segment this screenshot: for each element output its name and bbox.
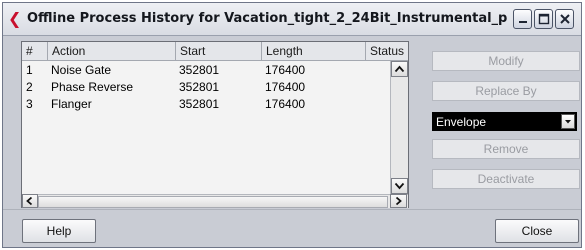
minimize-button[interactable]	[513, 9, 532, 29]
dropdown-arrow-icon	[565, 120, 571, 124]
close-window-button[interactable]	[555, 9, 574, 29]
scroll-up-arrow-icon	[394, 65, 405, 73]
column-header-start[interactable]: Start	[175, 42, 261, 61]
vertical-scrollbar[interactable]	[390, 61, 408, 195]
row-status	[365, 96, 390, 113]
row-index: 1	[26, 63, 33, 77]
table-row[interactable]: 3 Flanger 352801 176400	[22, 96, 390, 113]
table-row[interactable]: 1 Noise Gate 352801 176400	[22, 62, 390, 79]
close-button[interactable]: Close	[495, 219, 579, 243]
scroll-down-arrow-icon	[394, 182, 405, 190]
process-history-list[interactable]: # Action Start Length Status 1 Noise Gat…	[21, 41, 409, 208]
modify-button[interactable]: Modify	[432, 51, 580, 71]
title-bar[interactable]: ❮ Offline Process History for Vacation_t…	[3, 3, 581, 36]
table-row[interactable]: 2 Phase Reverse 352801 176400	[22, 79, 390, 96]
row-index: 3	[26, 97, 33, 111]
row-action: Flanger	[51, 97, 92, 111]
window-title: Offline Process History for Vacation_tig…	[27, 11, 507, 26]
row-start: 352801	[179, 97, 220, 111]
scroll-right-button[interactable]	[390, 194, 407, 208]
column-header-status[interactable]: Status	[365, 42, 408, 61]
row-start: 352801	[179, 63, 220, 77]
close-icon	[560, 14, 570, 24]
scroll-left-arrow-icon	[26, 196, 33, 206]
scroll-down-button[interactable]	[391, 178, 408, 194]
replace-by-button[interactable]: Replace By	[432, 81, 580, 101]
dialog-content: # Action Start Length Status 1 Noise Gat…	[3, 37, 581, 247]
offline-process-history-window: ❮ Offline Process History for Vacation_t…	[2, 2, 582, 248]
deactivate-button[interactable]: Deactivate	[432, 169, 580, 189]
row-index: 2	[26, 80, 33, 94]
scroll-left-button[interactable]	[22, 194, 38, 208]
horizontal-scrollbar[interactable]	[22, 194, 408, 208]
help-button[interactable]: Help	[22, 219, 96, 243]
cubase-logo-icon: ❮	[8, 9, 22, 28]
column-header-index[interactable]: #	[22, 42, 47, 61]
replace-by-select[interactable]: Envelope	[432, 112, 577, 131]
row-status	[365, 62, 390, 79]
scroll-up-button[interactable]	[391, 61, 408, 77]
row-length: 176400	[265, 63, 306, 77]
maximize-icon	[538, 13, 550, 25]
row-status	[365, 79, 390, 96]
dropdown-button[interactable]	[561, 114, 575, 129]
row-length: 176400	[265, 97, 306, 111]
row-length: 176400	[265, 80, 306, 94]
maximize-button[interactable]	[534, 9, 553, 29]
row-start: 352801	[179, 80, 220, 94]
remove-button[interactable]: Remove	[432, 139, 580, 159]
list-header: # Action Start Length Status	[22, 42, 408, 61]
column-header-action[interactable]: Action	[47, 42, 175, 61]
scroll-right-arrow-icon	[395, 196, 402, 206]
row-action: Phase Reverse	[51, 80, 134, 94]
minimize-icon	[519, 21, 527, 23]
replace-by-selected-value: Envelope	[436, 115, 487, 129]
horizontal-scroll-thumb[interactable]	[38, 196, 388, 208]
footer-separator	[3, 209, 581, 210]
row-action: Noise Gate	[51, 63, 112, 77]
column-header-length[interactable]: Length	[261, 42, 365, 61]
